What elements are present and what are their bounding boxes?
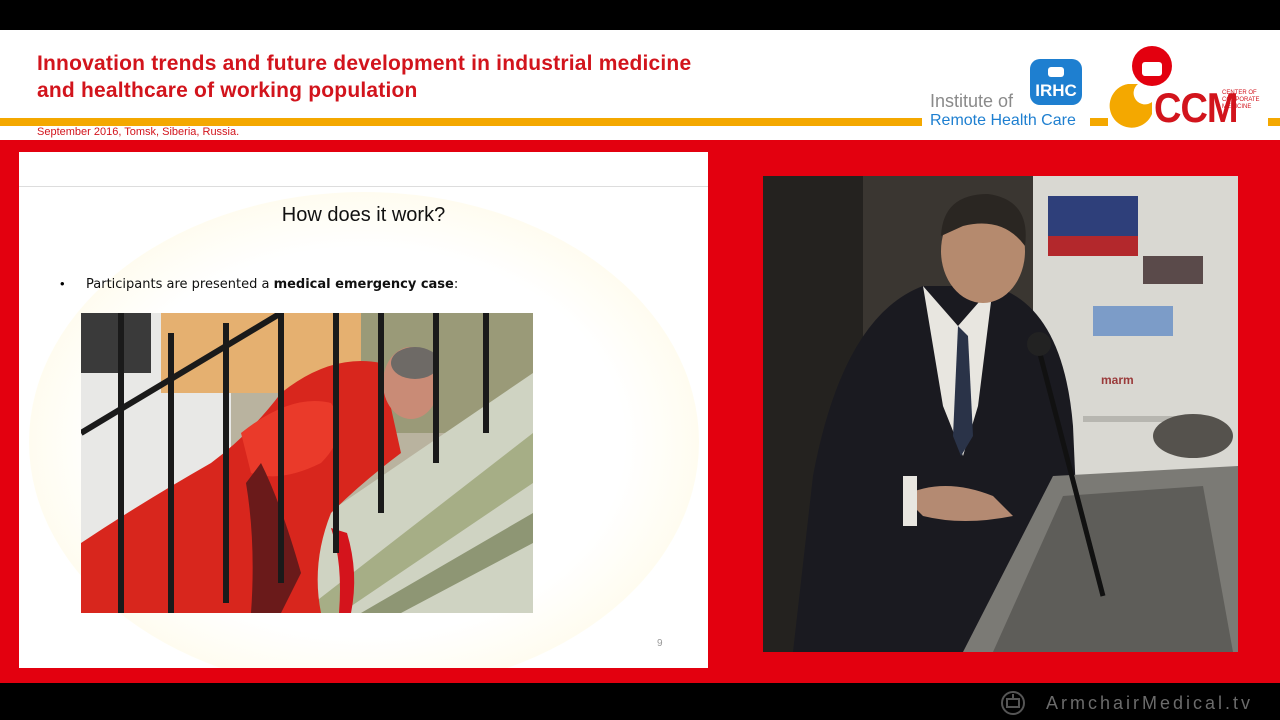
irhc-prefix: Institute of <box>930 91 1014 111</box>
slide-top-divider <box>19 186 708 187</box>
conference-title-line2: and healthcare of working population <box>37 79 418 102</box>
injured-worker-image <box>81 313 533 613</box>
slide-title: How does it work? <box>281 204 446 226</box>
svg-text:marm: marm <box>1101 373 1134 387</box>
bullet-text-prefix: Participants are presented a <box>86 277 274 292</box>
ccm-fullname-line1: CENTER OF <box>1222 90 1257 96</box>
conference-header: Innovation trends and future development… <box>0 30 1280 140</box>
irhc-badge-text: IRHC <box>1035 81 1077 100</box>
emergency-case-photo <box>81 313 533 613</box>
speaker-video-frame: marm <box>763 176 1238 652</box>
top-letterbox <box>0 0 1280 30</box>
conference-title: Innovation trends and future development… <box>37 50 797 104</box>
watermark-text: ArmchairMedical.tv <box>1046 693 1254 713</box>
presentation-area: How does it work? • Participants are pre… <box>0 140 1280 683</box>
ccm-logo: CCM CENTER OF CORPORATE MEDICINE <box>1108 44 1268 132</box>
slide-bullet: Participants are presented a medical eme… <box>86 277 458 292</box>
slide-page-number: 9 <box>657 638 663 649</box>
irhc-logo: Institute of IRHC Remote Health Care <box>922 52 1090 132</box>
conference-title-line1: Innovation trends and future development… <box>37 52 692 75</box>
ccm-fullname: CENTER OF CORPORATE MEDICINE <box>1222 90 1266 111</box>
ccm-fullname-line3: MEDICINE <box>1222 104 1252 110</box>
irhc-badge: IRHC <box>1030 59 1082 105</box>
irhc-subtitle: Remote Health Care <box>930 112 1076 129</box>
bullet-point-icon: • <box>60 276 65 291</box>
date-location: September 2016, Tomsk, Siberia, Russia. <box>37 126 240 138</box>
bullet-text-bold: medical emergency case <box>273 277 454 292</box>
bullet-text-suffix: : <box>453 277 459 292</box>
armchair-medical-logo-icon <box>1001 691 1025 715</box>
speaker-video: marm <box>763 176 1238 652</box>
presentation-slide: How does it work? • Participants are pre… <box>19 152 708 668</box>
ccm-fullname-line2: CORPORATE <box>1222 97 1260 103</box>
